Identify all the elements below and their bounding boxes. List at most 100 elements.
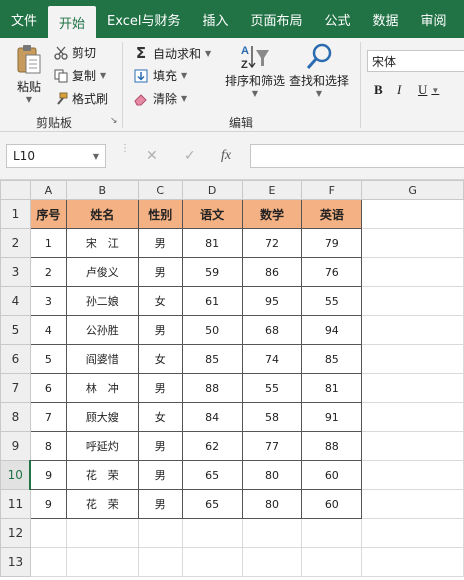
table-header-cell[interactable]: 序号 [29,199,67,229]
row-header-2[interactable]: 2 [0,228,31,258]
table-header-cell[interactable]: 英语 [301,199,363,229]
empty-cell[interactable] [137,547,183,577]
table-cell[interactable]: 59 [181,257,243,287]
table-cell[interactable]: 女 [137,344,183,374]
table-cell[interactable]: 1 [29,228,67,258]
row-header-1[interactable]: 1 [0,199,31,229]
row-header-11[interactable]: 11 [0,489,31,519]
formula-input[interactable] [250,144,464,168]
table-cell[interactable]: 2 [29,257,67,287]
empty-cell[interactable] [137,518,183,548]
table-cell[interactable]: 林 冲 [65,373,139,403]
table-cell[interactable]: 3 [29,286,67,316]
table-cell[interactable]: 男 [137,460,183,490]
tab-2[interactable]: Excel与财务 [96,0,191,38]
empty-cell[interactable] [361,315,464,345]
table-cell[interactable]: 阎婆惜 [65,344,139,374]
empty-cell[interactable] [361,460,464,490]
table-cell[interactable]: 88 [301,431,363,461]
table-cell[interactable]: 男 [137,431,183,461]
empty-cell[interactable] [301,547,363,577]
table-cell[interactable]: 男 [137,257,183,287]
table-cell[interactable]: 79 [301,228,363,258]
tab-1[interactable]: 开始 [48,6,97,38]
empty-cell[interactable] [361,547,464,577]
table-cell[interactable]: 85 [301,344,363,374]
row-header-10[interactable]: 10 [0,460,32,490]
table-cell[interactable]: 6 [29,373,67,403]
table-cell[interactable]: 公孙胜 [65,315,139,345]
table-cell[interactable]: 72 [241,228,303,258]
italic-button[interactable]: I [397,82,401,98]
empty-cell[interactable] [65,547,139,577]
empty-cell[interactable] [361,344,464,374]
empty-cell[interactable] [361,373,464,403]
table-header-cell[interactable]: 数学 [241,199,303,229]
tab-5[interactable]: 公式 [314,0,362,38]
table-cell[interactable]: 84 [181,402,243,432]
table-cell[interactable]: 男 [137,315,183,345]
tab-6[interactable]: 数据 [362,0,410,38]
table-cell[interactable]: 77 [241,431,303,461]
table-cell[interactable]: 宋 江 [65,228,139,258]
sort-filter-button[interactable]: A Z 排序和筛选 ▼ [224,42,286,98]
empty-cell[interactable] [181,518,243,548]
table-cell[interactable]: 花 荣 [65,489,139,519]
paste-dropdown-caret[interactable]: ▼ [26,95,32,104]
table-cell[interactable]: 95 [241,286,303,316]
table-cell[interactable]: 女 [137,286,183,316]
tab-0[interactable]: 文件 [0,0,48,38]
dialog-launcher-icon[interactable]: ↘ [110,116,118,126]
empty-cell[interactable] [65,518,139,548]
table-cell[interactable]: 80 [241,460,303,490]
table-cell[interactable]: 4 [29,315,67,345]
table-cell[interactable]: 男 [137,373,183,403]
table-cell[interactable]: 男 [137,228,183,258]
table-cell[interactable]: 花 荣 [65,460,139,490]
table-cell[interactable]: 68 [241,315,303,345]
empty-cell[interactable] [361,518,464,548]
table-cell[interactable]: 81 [301,373,363,403]
table-cell[interactable]: 5 [29,344,67,374]
empty-cell[interactable] [29,518,67,548]
table-header-cell[interactable]: 性别 [137,199,183,229]
column-header-f[interactable]: F [301,180,363,200]
table-cell[interactable]: 85 [181,344,243,374]
autosum-dropdown-caret[interactable]: ▼ [205,49,211,58]
row-header-8[interactable]: 8 [0,402,31,432]
empty-cell[interactable] [29,547,67,577]
table-cell[interactable]: 卢俊义 [65,257,139,287]
enter-icon[interactable]: ✓ [184,148,196,164]
table-cell[interactable]: 62 [181,431,243,461]
name-box-dropdown-caret[interactable]: ▼ [93,152,99,161]
table-cell[interactable]: 60 [301,489,363,519]
tab-7[interactable]: 审阅 [410,0,458,38]
table-cell[interactable]: 9 [29,460,67,490]
font-name-box[interactable]: 宋体 [367,50,464,72]
column-header-b[interactable]: B [65,180,139,200]
table-cell[interactable]: 孙二娘 [65,286,139,316]
row-header-12[interactable]: 12 [0,518,31,548]
bold-button[interactable]: B [374,82,383,98]
table-cell[interactable]: 81 [181,228,243,258]
table-cell[interactable]: 男 [137,489,183,519]
empty-cell[interactable] [361,402,464,432]
column-header-a[interactable]: A [29,180,67,200]
column-header-e[interactable]: E [241,180,303,200]
table-cell[interactable]: 94 [301,315,363,345]
cancel-icon[interactable]: ✕ [146,148,158,164]
row-header-6[interactable]: 6 [0,344,31,374]
autosum-button[interactable]: Σ 自动求和 ▼ [134,44,211,62]
table-cell[interactable]: 女 [137,402,183,432]
row-header-4[interactable]: 4 [0,286,31,316]
table-cell[interactable]: 80 [241,489,303,519]
table-cell[interactable]: 7 [29,402,67,432]
insert-function-icon[interactable]: fx [221,148,231,164]
table-cell[interactable]: 60 [301,460,363,490]
underline-dropdown-caret[interactable]: ▼ [431,86,439,95]
paste-button[interactable]: 粘贴 ▼ [12,44,46,104]
table-cell[interactable]: 65 [181,489,243,519]
fill-button[interactable]: 填充 ▼ [134,67,187,84]
find-select-button[interactable]: 查找和选择 ▼ [288,42,350,98]
format-painter-button[interactable]: 格式刷 [54,90,108,107]
